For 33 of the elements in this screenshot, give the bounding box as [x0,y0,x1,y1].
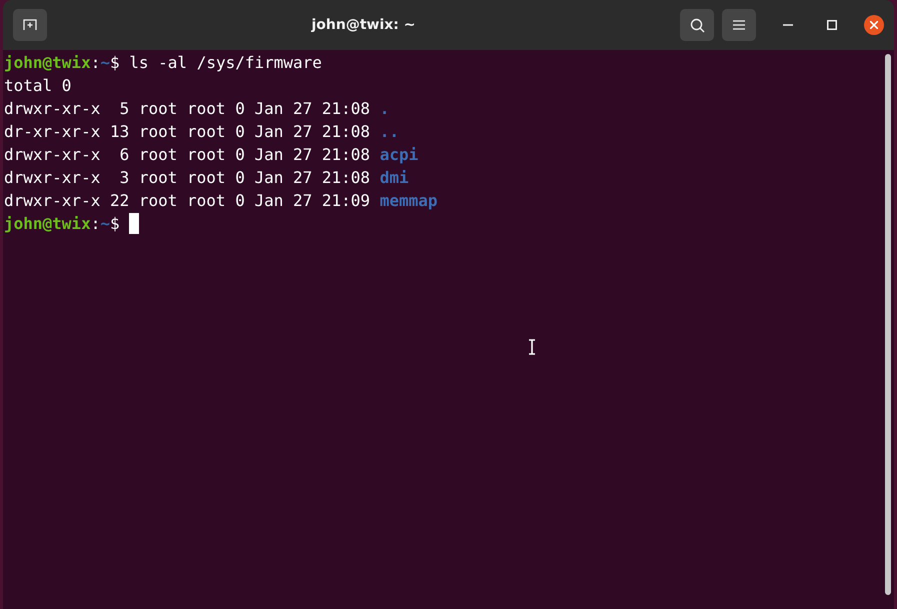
scrollbar[interactable] [885,54,891,595]
menu-button[interactable] [722,9,756,41]
listing-text: drwxr-xr-x 5 root root 0 Jan 27 21:08 [4,98,370,120]
maximize-icon [827,20,837,30]
prompt-path: ~ [100,52,110,74]
prompt-symbol: $ [110,52,120,74]
prompt-separator: : [90,52,100,74]
listing-text: drwxr-xr-x 6 root root 0 Jan 27 21:08 [4,144,370,166]
output-text: total 0 [4,75,72,97]
new-tab-icon [23,19,37,31]
directory-name: memmap [380,190,438,212]
minimize-icon [783,24,793,26]
window-title: john@twix: ~ [310,17,416,33]
prompt-separator: : [90,213,100,235]
close-button[interactable] [864,15,884,35]
prompt-symbol: $ [110,213,120,235]
directory-name: dmi [380,167,409,189]
close-icon [870,21,878,29]
listing-text: dr-xr-xr-x 13 root root 0 Jan 27 21:08 [4,121,370,143]
prompt-user-host: john@twix [4,213,91,235]
new-tab-button[interactable] [13,9,47,41]
prompt-path: ~ [100,213,110,235]
text-cursor-icon [528,339,536,355]
listing-text: drwxr-xr-x 22 root root 0 Jan 27 21:09 [4,190,370,212]
directory-name: .. [380,121,399,143]
search-button[interactable] [680,9,714,41]
command-text: ls -al /sys/firmware [128,52,322,74]
prompt-user-host: john@twix [4,52,91,74]
menu-icon [733,20,745,30]
directory-name: acpi [380,144,418,166]
directory-name: . [380,98,390,120]
listing-text: drwxr-xr-x 3 root root 0 Jan 27 21:08 [4,167,370,189]
search-icon [690,18,704,32]
